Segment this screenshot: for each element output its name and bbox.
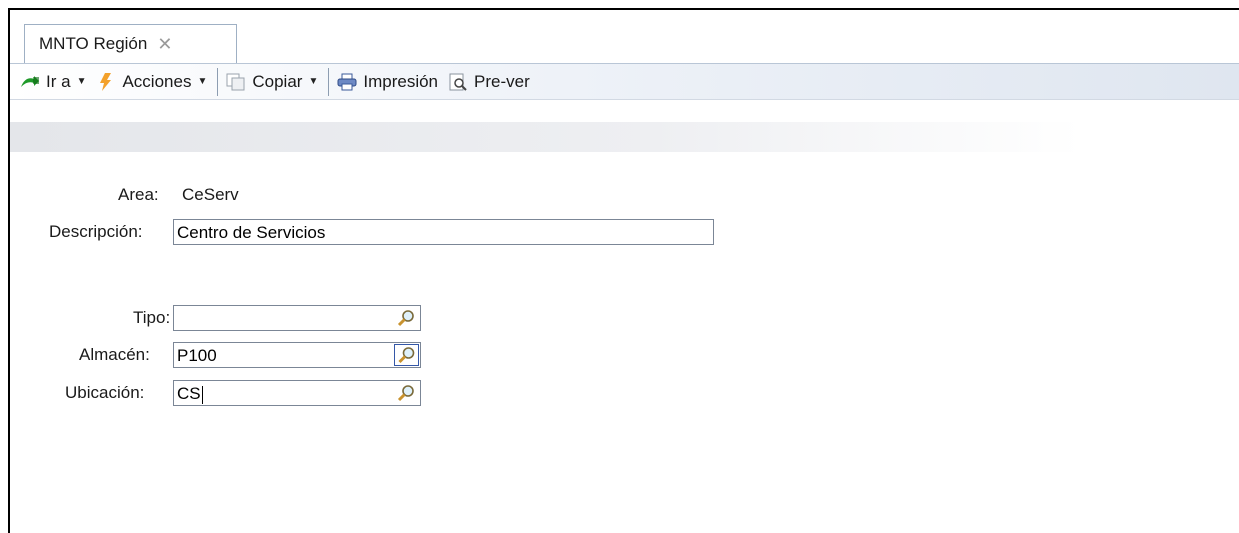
copy-icon: [226, 73, 245, 90]
actions-label: Acciones: [122, 71, 192, 91]
toolbar-separator: [328, 67, 330, 96]
printer-icon: [337, 73, 357, 90]
chevron-down-icon: ▼: [197, 76, 208, 87]
goto-label: Ir a: [46, 71, 71, 91]
magnifier-icon[interactable]: [394, 344, 419, 366]
almacen-field[interactable]: P100: [173, 342, 421, 368]
magnifier-icon[interactable]: [395, 308, 417, 328]
copy-label: Copiar: [252, 71, 303, 91]
descripcion-field-value: Centro de Servicios: [177, 223, 326, 242]
almacen-field-value: P100: [177, 346, 217, 365]
print-button[interactable]: Impresión: [333, 67, 444, 97]
ubicacion-field-value: CS: [177, 384, 201, 403]
toolbar: Ir a ▼ Acciones ▼ Copiar ▼ Impresión Pre…: [10, 64, 1239, 100]
close-icon[interactable]: ✕: [157, 34, 172, 55]
preview-icon: [449, 73, 467, 91]
tipo-field[interactable]: [173, 305, 421, 331]
goto-button[interactable]: Ir a ▼: [16, 67, 92, 97]
toolbar-separator: [217, 67, 219, 96]
tab-title: MNTO Región: [39, 34, 148, 53]
copy-button[interactable]: Copiar ▼: [222, 67, 324, 97]
area-value: CeServ: [182, 185, 239, 204]
chevron-down-icon: ▼: [308, 76, 319, 87]
preview-button[interactable]: Pre-ver: [444, 67, 536, 97]
tab-mnto-region[interactable]: MNTO Región ✕: [24, 24, 237, 63]
header-band: [10, 122, 1082, 152]
area-label: Area:: [118, 185, 159, 204]
actions-button[interactable]: Acciones ▼: [92, 67, 213, 97]
ubicacion-field[interactable]: CS: [173, 380, 421, 406]
chevron-down-icon: ▼: [76, 76, 87, 87]
text-cursor: [201, 385, 203, 404]
descripcion-field[interactable]: Centro de Servicios: [173, 219, 714, 245]
almacen-label: Almacén:: [79, 345, 150, 364]
preview-label: Pre-ver: [474, 71, 530, 91]
tipo-label: Tipo:: [133, 308, 171, 327]
window-frame: MNTO Región ✕ Ir a ▼ Acciones ▼ Copiar ▼…: [8, 8, 1239, 533]
print-label: Impresión: [363, 71, 438, 91]
magnifier-icon[interactable]: [395, 383, 417, 403]
go-arrow-icon: [21, 75, 39, 87]
lightning-icon: [100, 72, 112, 91]
descripcion-label: Descripción:: [49, 222, 143, 241]
ubicacion-label: Ubicación:: [65, 383, 145, 402]
tab-strip: MNTO Región ✕: [10, 10, 1239, 64]
